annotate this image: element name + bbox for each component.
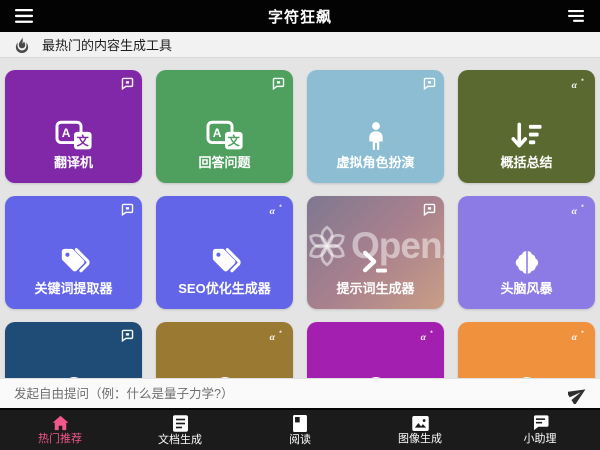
tool-card[interactable]: α* [307,322,444,378]
chat-bubble-icon [121,329,134,342]
tags-icon [57,247,91,277]
alpha-badge-icon: α* [571,77,587,91]
card-title: 头脑风暴 [458,278,595,297]
nav-item-热门推荐[interactable]: 热门推荐 [0,410,120,450]
card-title: 关键词提取器 [5,278,142,297]
nav-label: 文档生成 [158,435,202,446]
flame-icon [15,36,29,53]
bottom-nav: 热门推荐 文档生成 阅读 图像生成 小助理 [0,408,600,450]
svg-text:α: α [270,206,276,217]
nav-label: 热门推荐 [38,434,82,445]
app-screen: 字符狂飙 最热门的内容生成工具 A文 翻译机 A文 回答问题 虚拟角色扮演 α* [0,0,600,450]
svg-text:文: 文 [76,133,89,148]
svg-text:*: * [581,78,584,85]
svg-text:α: α [572,332,578,343]
tool-card[interactable]: α* [156,322,293,378]
chat-bubble-icon [423,77,436,90]
svg-text:*: * [581,204,584,211]
translate-icon: A文 [55,121,92,152]
tool-card[interactable]: α* SEO优化生成器 [156,196,293,309]
nav-label: 阅读 [289,435,311,446]
svg-text:α: α [572,206,578,217]
card-title: 回答问题 [156,152,293,171]
card-title: 虚拟角色扮演 [307,152,444,171]
list-menu-icon[interactable] [564,4,588,28]
card-title: 提示词生成器 [307,278,444,297]
nav-label: 图像生成 [398,434,442,445]
tool-card[interactable]: α* [458,322,595,378]
nav-item-图像生成[interactable]: 图像生成 [360,410,480,450]
terminal-icon [360,249,391,275]
summarize-icon [510,122,543,151]
app-title: 字符狂飙 [268,6,332,27]
chat-bubble-icon [423,203,436,216]
alpha-badge-icon: α* [571,329,587,343]
tool-card[interactable] [5,322,142,378]
nav-item-阅读[interactable]: 阅读 [240,410,360,450]
brain-icon [513,249,541,275]
dot-icon [212,375,238,378]
nav-item-文档生成[interactable]: 文档生成 [120,410,240,450]
card-title: 概括总结 [458,152,595,171]
section-title: 最热门的内容生成工具 [42,35,172,54]
alpha-badge-icon: α* [269,329,285,343]
dot-icon [363,375,389,378]
card-title: SEO优化生成器 [156,278,293,297]
top-bar: 字符狂飙 [0,0,600,32]
chat-bubble-icon [121,77,134,90]
assistant-chat-icon [532,415,549,431]
dot-icon [61,375,87,378]
card-title: 翻译机 [5,152,142,171]
section-header: 最热门的内容生成工具 [0,32,600,58]
svg-text:α: α [270,332,276,343]
nav-label: 小助理 [524,434,557,445]
svg-text:*: * [430,330,433,337]
document-icon [173,415,188,432]
image-icon [412,416,429,431]
tool-card[interactable]: OpenAI 提示词生成器 [307,196,444,309]
nav-item-小助理[interactable]: 小助理 [480,410,600,450]
tool-card[interactable]: A文 翻译机 [5,70,142,183]
tags-icon [208,247,242,277]
tool-card[interactable]: α* 概括总结 [458,70,595,183]
tools-grid: A文 翻译机 A文 回答问题 虚拟角色扮演 α* 概括总结 关键词提取器 [0,59,600,378]
svg-text:*: * [581,330,584,337]
tool-card[interactable]: α* 头脑风暴 [458,196,595,309]
tool-card[interactable]: 虚拟角色扮演 [307,70,444,183]
free-question-input[interactable] [12,386,560,402]
send-icon[interactable] [568,384,588,404]
svg-text:α: α [572,80,578,91]
dot-icon [514,375,540,378]
free-question-bar [0,378,600,408]
tool-card[interactable]: A文 回答问题 [156,70,293,183]
home-icon [52,415,69,431]
svg-text:文: 文 [227,133,240,148]
svg-text:α: α [421,332,427,343]
svg-text:*: * [279,330,282,337]
alpha-badge-icon: α* [420,329,436,343]
svg-text:A: A [61,126,70,140]
svg-text:A: A [212,126,221,140]
alpha-badge-icon: α* [269,203,285,217]
book-icon [293,415,307,432]
hamburger-menu-icon[interactable] [12,4,36,28]
translate-icon: A文 [206,121,243,152]
tool-card[interactable]: 关键词提取器 [5,196,142,309]
svg-text:*: * [279,204,282,211]
alpha-badge-icon: α* [571,203,587,217]
chat-bubble-icon [121,203,134,216]
person-icon [364,122,387,151]
chat-bubble-icon [272,77,285,90]
